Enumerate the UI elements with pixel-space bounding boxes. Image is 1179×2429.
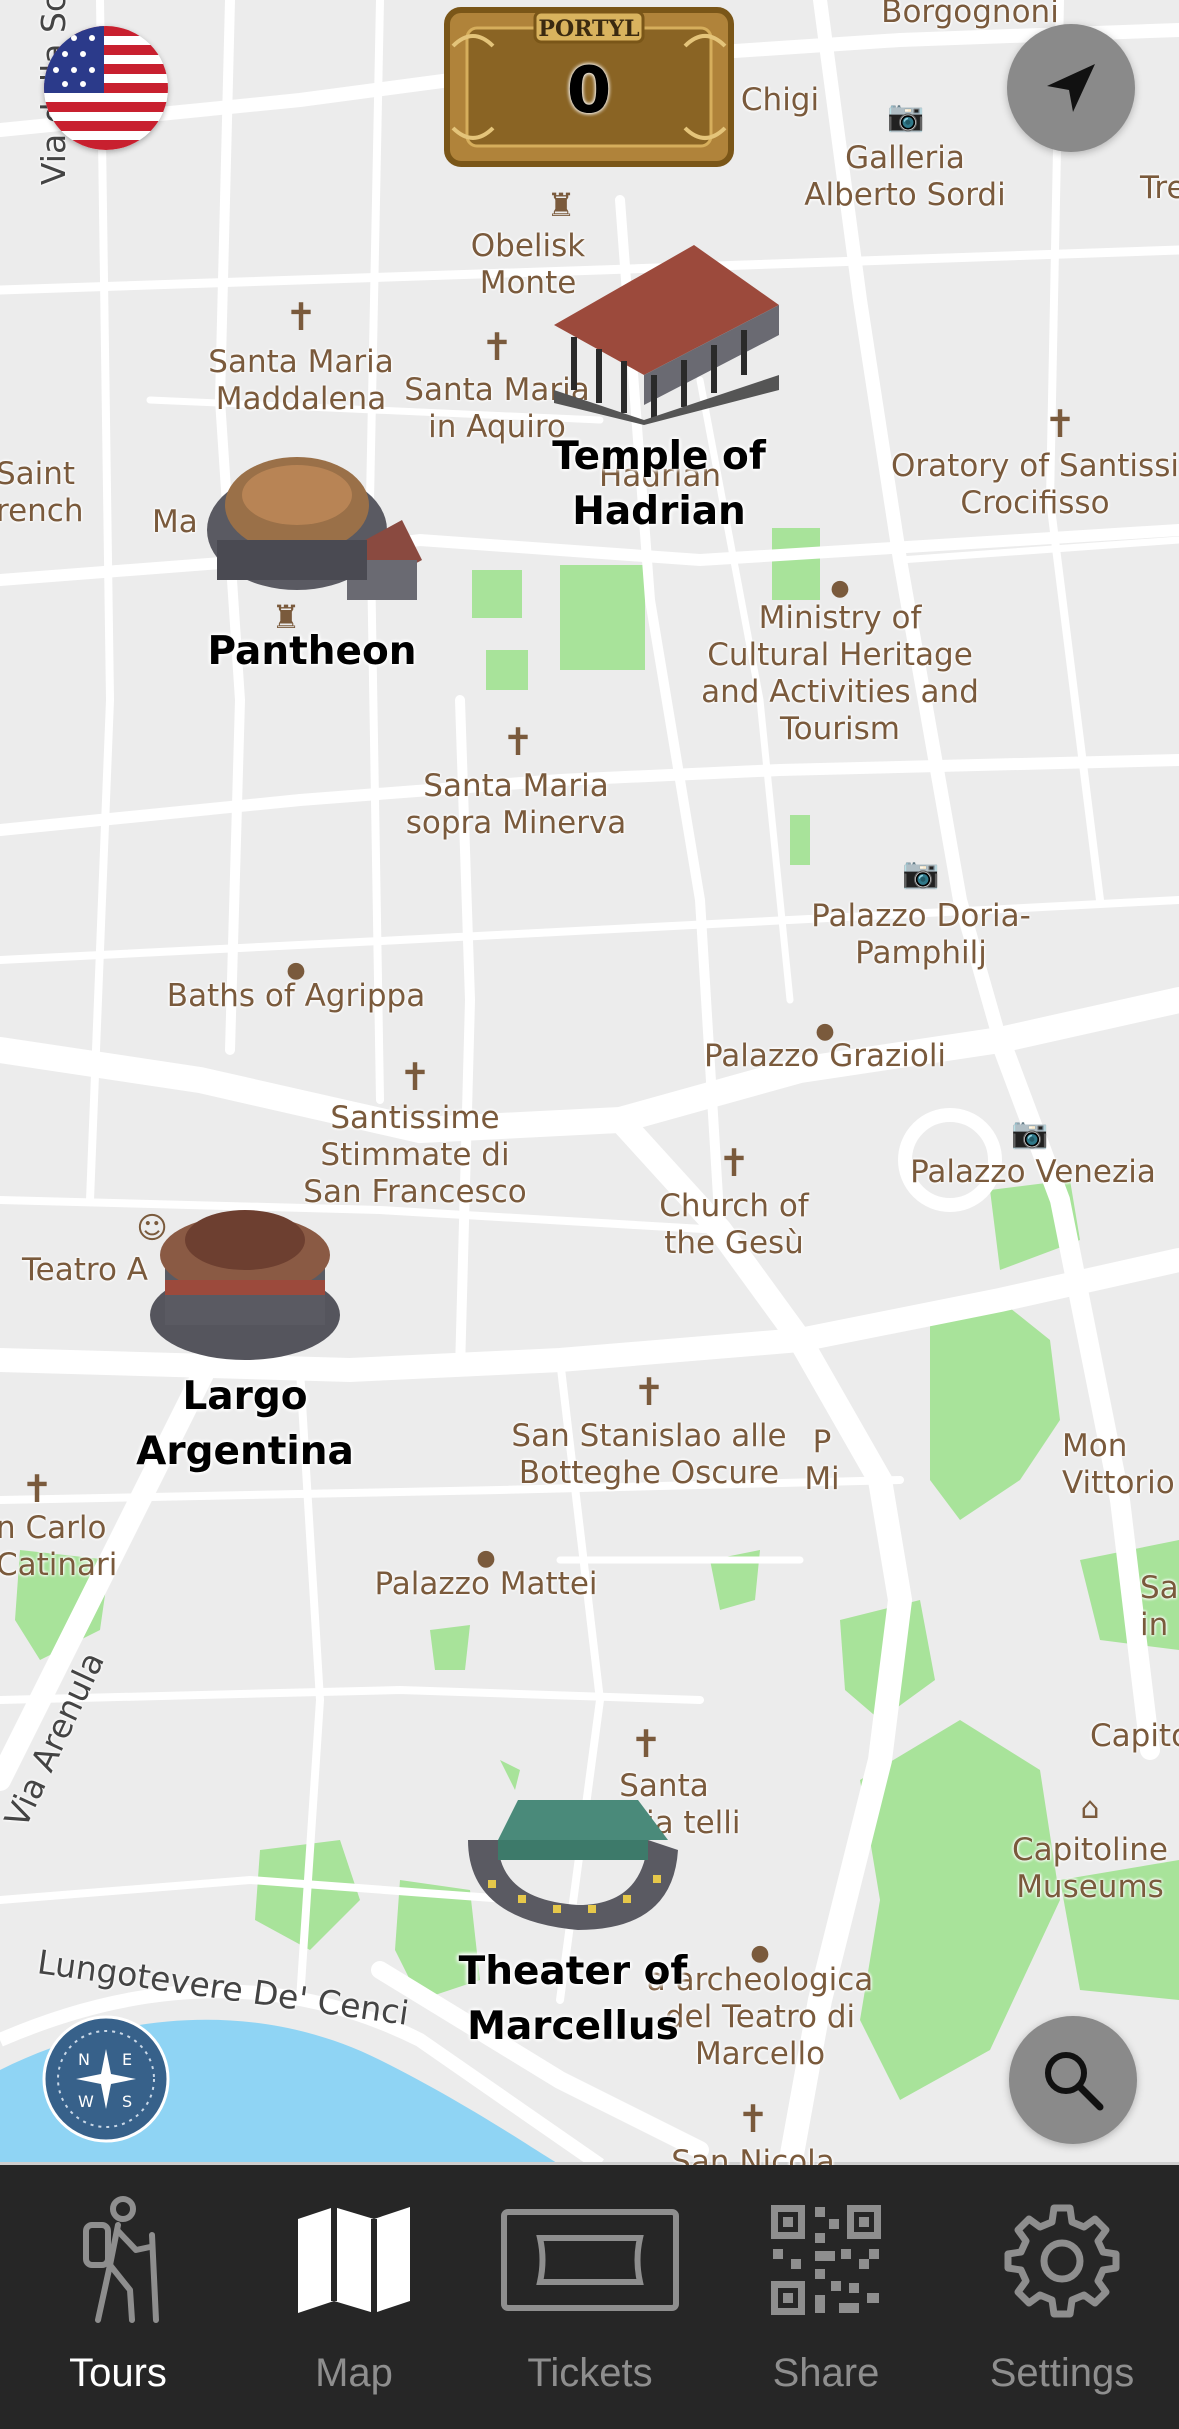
- locate-button[interactable]: [1007, 24, 1135, 152]
- temple-model-icon: [554, 245, 779, 425]
- camera-icon: 📷: [902, 856, 940, 891]
- monument-icon: ♜: [546, 186, 576, 224]
- church-icon: ✝: [502, 720, 534, 764]
- site-name: Temple of Hadrian: [552, 434, 766, 534]
- site-pantheon[interactable]: Pantheon: [197, 440, 427, 679]
- museum-icon: ⌂: [1080, 1791, 1100, 1826]
- church-icon: ✝: [1044, 402, 1076, 446]
- camera-icon: 📷: [887, 99, 925, 134]
- tab-label: Map: [315, 2351, 393, 2395]
- church-icon: ✝: [737, 2097, 769, 2141]
- map-label: Capitoline Museums: [1012, 1832, 1168, 1905]
- map-label: n Carlo Catinari: [0, 1510, 118, 1583]
- map-label: San Stanislao alle Botteghe Oscure: [511, 1418, 787, 1491]
- svg-text:N: N: [78, 2050, 90, 2069]
- tab-tickets[interactable]: Tickets: [472, 2165, 708, 2429]
- tab-label: Share: [772, 2351, 880, 2395]
- portyl-count: 0: [566, 54, 612, 128]
- svg-text:S: S: [122, 2092, 132, 2111]
- map-label: Capito: [1090, 1718, 1179, 1754]
- portyl-counter[interactable]: PORTYL 0: [443, 6, 735, 168]
- theater-model-icon: [468, 1800, 678, 1930]
- search-button[interactable]: [1009, 2016, 1137, 2144]
- portyl-brand: PORTYL: [538, 16, 640, 42]
- site-name: Theater of Marcellus: [458, 1949, 688, 2049]
- church-icon: ✝: [285, 295, 317, 339]
- largo-argentina-model-icon: [150, 1210, 340, 1360]
- church-icon: ✝: [399, 1055, 431, 1099]
- map-label: P Mi: [804, 1424, 840, 1497]
- map-label: Palazzo Venezia: [910, 1154, 1156, 1190]
- site-theater-of-marcellus[interactable]: Theater of Marcellus: [453, 1780, 693, 2054]
- map-label: Palazzo Mattei: [374, 1566, 598, 1602]
- us-flag-icon[interactable]: [44, 26, 168, 150]
- map-label: Ministry of Cultural Heritage and Activi…: [701, 600, 979, 747]
- gear-icon: [1004, 2204, 1120, 2318]
- compass-icon[interactable]: N E W S: [42, 2015, 170, 2143]
- tab-tours[interactable]: Tours: [0, 2165, 236, 2429]
- map-label: Galleria Alberto Sordi: [804, 140, 1006, 213]
- location-arrow-icon: [1047, 64, 1095, 112]
- camera-icon: 📷: [1011, 1116, 1049, 1151]
- map-label: Oratory of Santissi Crocifisso: [891, 448, 1179, 521]
- map-label: San Nicola: [671, 2144, 835, 2165]
- tab-settings[interactable]: Settings: [944, 2165, 1179, 2429]
- tab-label: Tickets: [527, 2351, 653, 2395]
- map-label: Chigi: [740, 82, 820, 118]
- pantheon-model-icon: [207, 457, 422, 600]
- hiker-icon: [83, 2196, 159, 2323]
- tab-share[interactable]: Share: [708, 2165, 944, 2429]
- map-label: Ma: [152, 504, 198, 540]
- map-view[interactable]: Via della Sc Via Arenula Lungotevere De'…: [0, 0, 1179, 2165]
- map-label: Mon Vittorio: [1062, 1428, 1175, 1501]
- map-label: Santa Maria sopra Minerva: [405, 768, 627, 841]
- map-label: Church of the Gesù: [659, 1188, 809, 1261]
- ticket-icon: [501, 2209, 679, 2311]
- tab-map[interactable]: Map: [236, 2165, 472, 2429]
- church-icon: ✝: [630, 1722, 662, 1766]
- map-icon: [298, 2207, 410, 2313]
- map-label: Baths of Agrippa: [166, 978, 426, 1014]
- map-label: Palazzo Doria-Pamphilj: [811, 898, 1031, 971]
- site-name: Pantheon: [207, 629, 417, 674]
- map-label: Palazzo Grazioli: [703, 1038, 947, 1074]
- church-icon: ✝: [21, 1467, 53, 1511]
- site-largo-argentina[interactable]: Largo Argentina: [130, 1185, 360, 1479]
- tab-label: Settings: [989, 2351, 1135, 2395]
- church-icon: ✝: [718, 1141, 750, 1185]
- svg-text:W: W: [78, 2092, 94, 2111]
- search-icon: [1045, 2052, 1104, 2111]
- qr-code-icon: [771, 2205, 881, 2315]
- site-temple-of-hadrian[interactable]: Temple of Hadrian: [544, 225, 784, 539]
- tab-bar: Tours Map Tickets Share Settings: [0, 2165, 1179, 2429]
- church-icon: ✝: [633, 1370, 665, 1414]
- map-label: Borgognoni: [881, 0, 1059, 30]
- svg-text:E: E: [122, 2050, 132, 2069]
- map-label: Sa in: [1140, 1570, 1179, 1643]
- site-name: Largo Argentina: [136, 1374, 354, 1474]
- map-label: Tre: [1140, 170, 1179, 206]
- map-label: Santa Maria Maddalena: [208, 344, 394, 417]
- tab-label: Tours: [69, 2351, 167, 2395]
- map-label: Saint rench: [0, 456, 84, 529]
- church-icon: ✝: [481, 325, 513, 369]
